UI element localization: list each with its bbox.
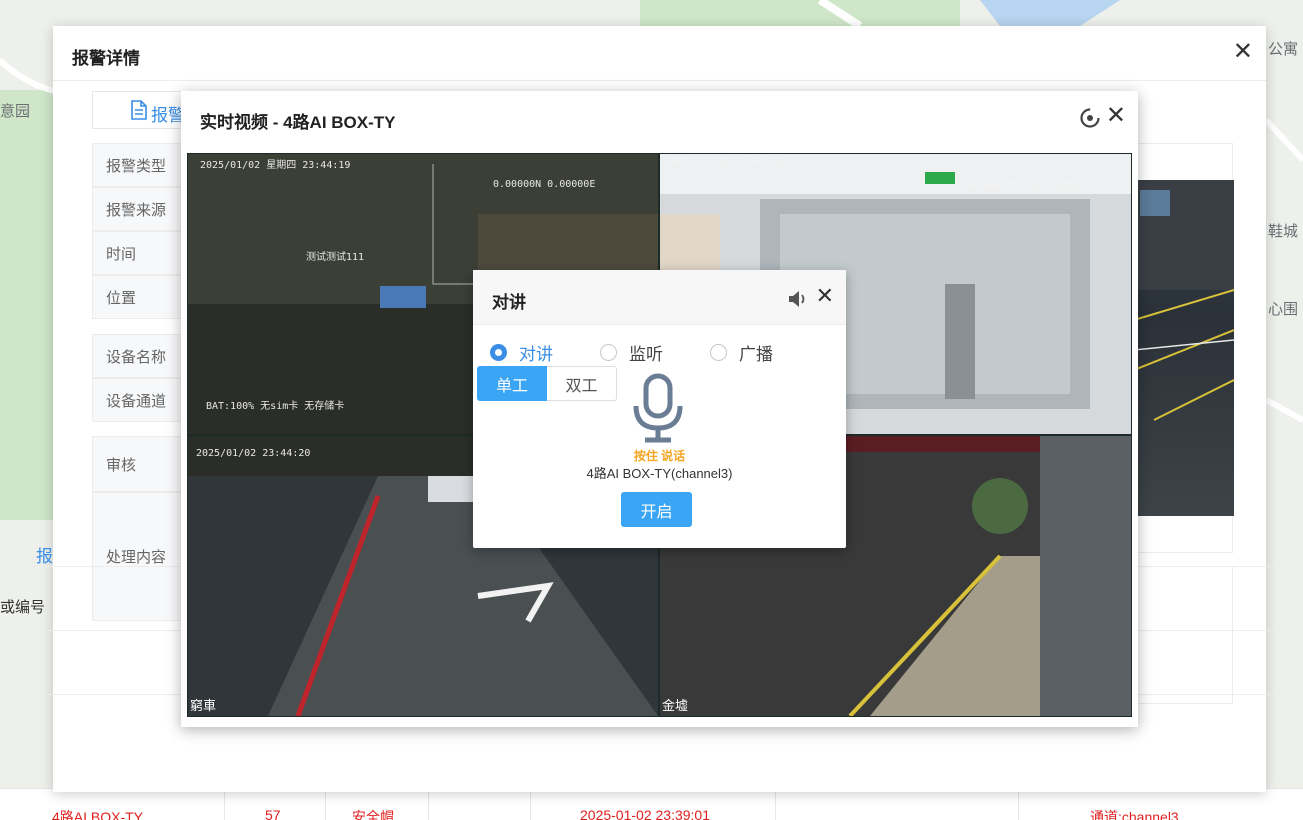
camera-coordinates: 55.888777 116.183761 xyxy=(965,181,1086,192)
camera-coordinates: 0.00000N 0.00000E xyxy=(493,179,596,190)
radio-dot xyxy=(600,344,617,361)
column-divider xyxy=(224,789,225,820)
camera-timestamp: 2025/01/02 23:44:20 xyxy=(196,448,311,459)
camera-status: BAT:100% 无sim卡 无存储卡 xyxy=(206,401,345,412)
search-label: 或编号 xyxy=(0,599,46,616)
speaker-icon[interactable] xyxy=(787,289,809,309)
simplex-button[interactable]: 单工 xyxy=(477,366,547,401)
modal-title: 报警详情 xyxy=(72,49,140,68)
camera-overlay-text: 测试测试111 xyxy=(306,252,365,263)
map-label: 公寓 xyxy=(1268,41,1299,58)
radio-label: 对讲 xyxy=(519,345,553,364)
microphone-icon[interactable] xyxy=(631,372,685,444)
video-modal-title: 实时视频 - 4路AI BOX-TY xyxy=(200,113,396,132)
side-panel xyxy=(1133,566,1233,704)
row-number: 57 xyxy=(265,807,281,820)
modal-header: 报警详情 ✕ xyxy=(53,26,1266,81)
refresh-icon[interactable] xyxy=(1080,108,1100,128)
camera-timestamp: 2025/01/02 星期四 23:44:19 xyxy=(200,160,351,171)
tab-alarm-info[interactable]: 报警 xyxy=(92,91,192,129)
hold-to-talk-hint: 按住 说话 xyxy=(633,449,686,463)
snapshot-image[interactable] xyxy=(1134,180,1234,516)
radio-label: 监听 xyxy=(629,345,663,364)
tab-label: 报警 xyxy=(151,106,185,125)
radio-label: 广播 xyxy=(739,345,773,364)
column-divider xyxy=(775,789,776,820)
duplex-toggle: 单工 双工 xyxy=(477,366,617,401)
row-time: 2025-01-02 23:39:01 xyxy=(580,807,710,820)
map-label: 鞋城 xyxy=(1268,223,1299,240)
snapshot-panel xyxy=(1133,143,1234,553)
camera-name: 窮車 xyxy=(190,698,217,713)
column-divider xyxy=(1018,789,1019,820)
dialog-header: 对讲 ✕ xyxy=(473,270,846,325)
radio-dot xyxy=(490,344,507,361)
start-button[interactable]: 开启 xyxy=(621,492,692,527)
close-icon[interactable]: ✕ xyxy=(1233,40,1253,64)
column-divider xyxy=(325,789,326,820)
map-label: 心围 xyxy=(1268,301,1299,318)
radio-monitor[interactable]: 监听 xyxy=(600,340,663,365)
map-label: 意园 xyxy=(0,103,31,120)
row-channel: 通道:channel3 xyxy=(1090,809,1179,820)
radio-dot xyxy=(710,344,727,361)
row-type: 安全帽 xyxy=(352,809,394,820)
column-divider xyxy=(530,789,531,820)
alarm-table-row[interactable]: 4路AI BOX-TY 57 安全帽 2025-01-02 23:39:01 通… xyxy=(0,788,1303,820)
row-device: 4路AI BOX-TY xyxy=(52,809,144,820)
intercom-dialog: 对讲 ✕ 对讲 监听 广播 单工 双工 按住 说话 4路AI BOX-TY(ch… xyxy=(473,270,846,548)
document-icon xyxy=(131,100,147,120)
radio-talk[interactable]: 对讲 xyxy=(490,340,553,365)
dialog-title: 对讲 xyxy=(492,293,526,312)
close-icon[interactable]: ✕ xyxy=(816,285,834,307)
parking-lot-graphic xyxy=(1134,180,1234,421)
close-icon[interactable]: ✕ xyxy=(1106,104,1126,128)
camera-name: 金墟 xyxy=(662,698,689,713)
tab-record[interactable]: 报 xyxy=(36,542,53,567)
camera-timestamp: 2025-01-03 23:44:20 xyxy=(668,156,783,167)
duplex-button[interactable]: 双工 xyxy=(547,366,617,401)
device-channel-label: 4路AI BOX-TY(channel3) xyxy=(586,466,733,481)
column-divider xyxy=(428,789,429,820)
radio-broadcast[interactable]: 广播 xyxy=(710,340,773,365)
